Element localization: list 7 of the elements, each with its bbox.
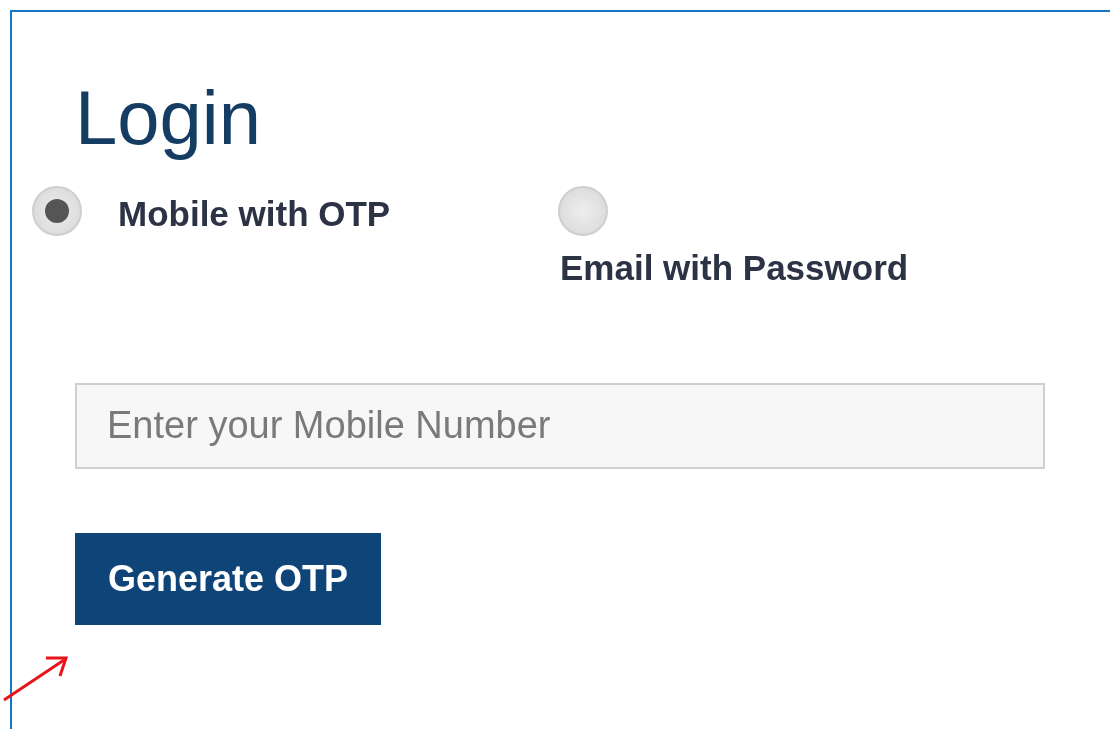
radio-button[interactable] bbox=[32, 186, 82, 236]
mobile-number-field[interactable]: Enter your Mobile Number bbox=[75, 382, 1045, 469]
radio-label[interactable]: Mobile with OTP bbox=[118, 188, 391, 241]
radio-button[interactable] bbox=[558, 186, 608, 236]
annotation-arrow bbox=[3, 656, 69, 702]
generate-otp-button[interactable]: Generate OTP bbox=[75, 532, 382, 625]
radio-label[interactable]: Email with Password bbox=[560, 242, 909, 295]
